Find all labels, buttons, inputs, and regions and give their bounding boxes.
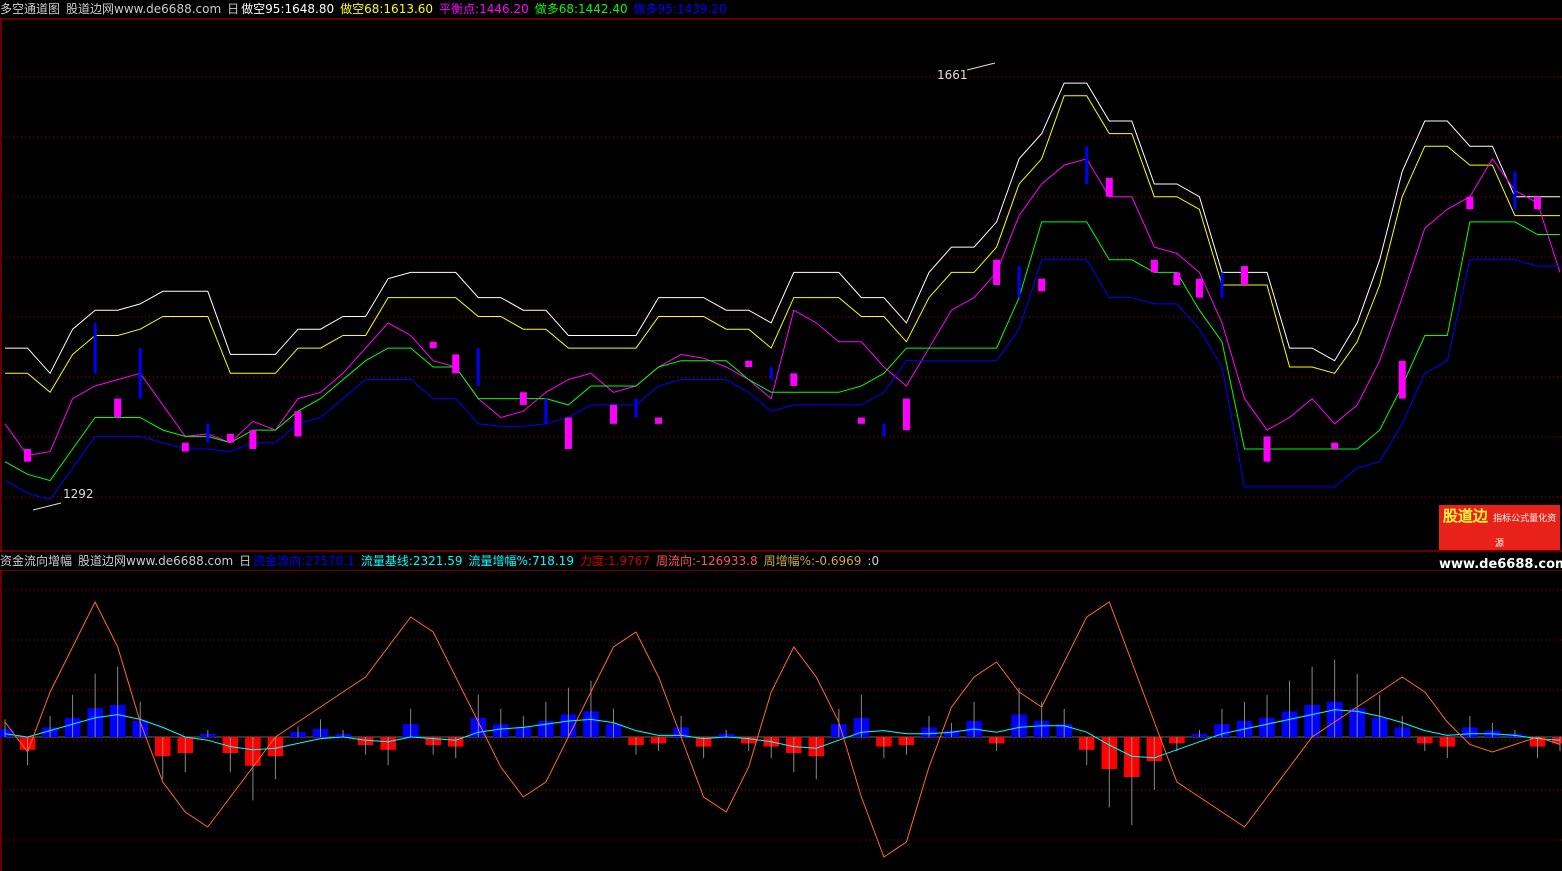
candle-up [452, 354, 460, 374]
high-label-leader [966, 62, 996, 71]
candle-up [294, 411, 302, 437]
bottom-period-label: 日 [239, 554, 252, 568]
candle-up [429, 341, 437, 349]
series-line-做多95 [4, 259, 1560, 501]
candle-up [1038, 278, 1046, 292]
chart-stage: 多空通道图 股道边网www.de6688.com 日做空95:1648.80 做空68… [0, 0, 1562, 871]
candle-down [476, 348, 480, 386]
bottom-legend-items: 资金流向:27570.1 流量基线:2321.59 流量增幅%:718.19 力度:1… [253, 554, 885, 568]
candle-up [24, 449, 32, 462]
fund-flow-chart[interactable] [0, 570, 1562, 871]
bottom-legend-item: 力度:1.9767 [579, 554, 650, 568]
candle-up [745, 360, 753, 368]
candle-up [226, 433, 234, 443]
candle-up [1105, 177, 1113, 197]
series-line-做多68 [4, 221, 1560, 482]
candle-up [564, 417, 572, 450]
low-label: 1292 [63, 487, 94, 501]
candle-up [519, 392, 527, 405]
bottom-indicator-header: 资金流向增幅 股道边网www.de6688.com 日资金流向:27570.1 流量基… [0, 552, 891, 570]
candle-up [655, 417, 663, 424]
bottom-indicator-title: 资金流向增幅 [0, 554, 73, 568]
candle-up [790, 373, 798, 386]
candle-down [544, 398, 548, 424]
candle-up [993, 259, 1001, 285]
candle-up [1240, 266, 1248, 285]
bottom-legend-item: 流量基线:2321.59 [360, 554, 463, 568]
watermark-url: www.de6688.com [1439, 557, 1562, 572]
bottom-legend-item: 周增幅%:-0.6969 [763, 554, 862, 568]
candle-up [249, 430, 257, 450]
candle-up [902, 398, 910, 431]
series-line-做空68 [5, 95, 1560, 394]
candle-down [1513, 171, 1517, 210]
candle-down [206, 423, 210, 443]
candle-down [769, 367, 773, 380]
series-line-平衡点 [4, 157, 1561, 456]
growth-pct-line [4, 600, 1561, 858]
high-label: 1661 [937, 68, 968, 82]
candle-up [609, 404, 617, 424]
candle-up [1398, 360, 1406, 399]
bottom-legend-item: 资金流向:27570.1 [253, 554, 355, 568]
candle-down [1085, 146, 1089, 185]
candle-up [1173, 272, 1181, 285]
candle-down [882, 423, 886, 437]
candle-up [1466, 196, 1474, 210]
candle-down [1017, 266, 1021, 298]
watermark-tagline: 指标公式量化资源 [1493, 514, 1557, 549]
price-channel-chart[interactable]: 1661 1292 [0, 0, 1562, 552]
candle-down [93, 322, 97, 374]
candle-down [138, 348, 142, 399]
candle-up [857, 417, 865, 424]
candle-up [1263, 436, 1271, 462]
bottom-legend-item: 周流向:-126933.8 [656, 554, 758, 568]
candle-up [1331, 442, 1339, 450]
series-line-做空95 [5, 82, 1560, 375]
bottom-legend-item: 流量增幅%:718.19 [468, 554, 574, 568]
baseline-line [4, 709, 1561, 759]
candle-up [181, 442, 189, 452]
candle-up [114, 398, 122, 418]
candle-down [634, 398, 638, 418]
low-label-leader [32, 502, 62, 511]
bottom-legend-item: :0 [867, 554, 880, 568]
candle-up [1533, 196, 1541, 210]
watermark-brand: 股道边 [1442, 507, 1488, 525]
site-watermark: 股道边 指标公式量化资源 www.de6688.com [1439, 505, 1562, 572]
candle-down [1220, 272, 1224, 298]
candle-up [1150, 259, 1158, 273]
bottom-site-label: 股道边网www.de6688.com [78, 554, 234, 568]
candle-up [1195, 278, 1203, 298]
